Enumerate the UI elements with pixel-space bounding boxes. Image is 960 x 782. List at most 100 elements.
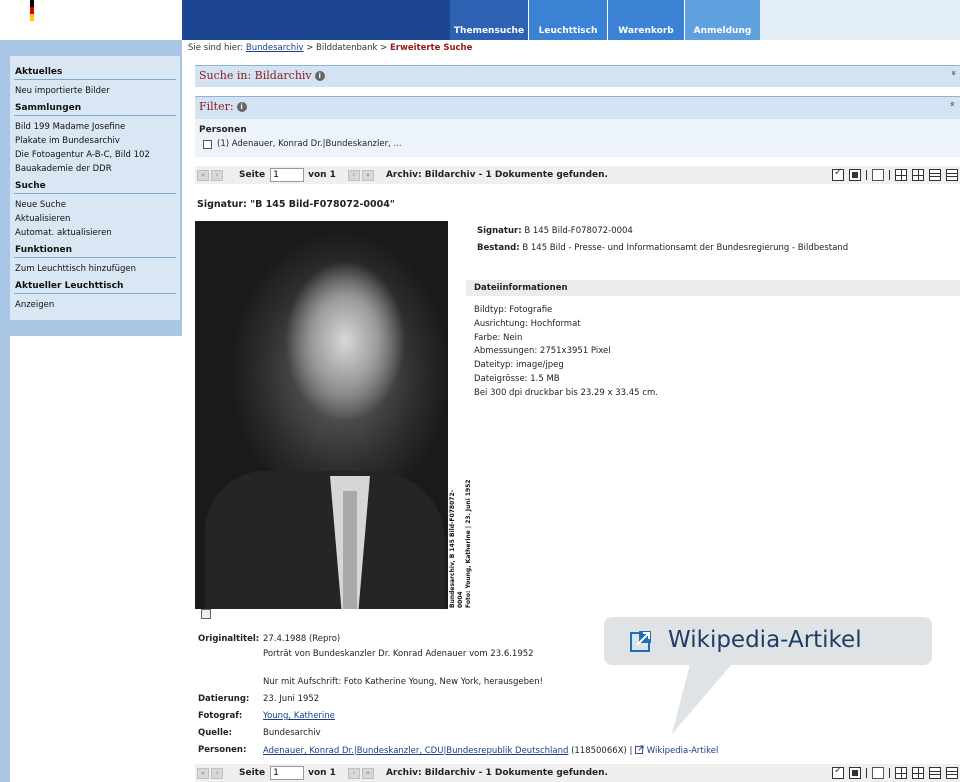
info-icon[interactable]: i (236, 102, 247, 112)
sidebar-item-anzeigen[interactable]: Anzeigen (14, 298, 176, 312)
sidebar-item-neu-importierte-bilder[interactable]: Neu importierte Bilder (14, 84, 176, 98)
pager-last-button[interactable]: » (361, 169, 374, 181)
signatur-value: B 145 Bild-F078072-0004 (524, 226, 633, 236)
external-link-icon[interactable] (635, 745, 644, 754)
sidebar-item-madame-josefine[interactable]: Bild 199 Madame Josefine (14, 120, 176, 134)
fotograf-label: Fotograf: (198, 711, 243, 721)
callout-text: Wikipedia-Artikel (668, 627, 862, 653)
filter-checkbox[interactable] (203, 139, 212, 149)
sidebar-heading-aktuelles: Aktuelles (14, 62, 176, 80)
filter-option-label: (1) Adenauer, Konrad Dr.|Bundeskanzler, … (217, 139, 402, 149)
pager-next-button[interactable]: › (347, 767, 360, 779)
wikipedia-link[interactable]: Wikipedia-Artikel (647, 746, 719, 756)
search-panel-bar[interactable]: Suche in: Bildarchiv i » (195, 65, 960, 87)
sidebar-item-bauakademie[interactable]: Bauakademie der DDR (14, 162, 176, 176)
pager-first-button[interactable]: « (197, 169, 209, 181)
tab-themensuche[interactable]: Themensuche (450, 0, 528, 40)
list-view-icon[interactable] (929, 767, 941, 779)
dateiinfo-line: Abmessungen: 2751x3951 Pixel (474, 346, 611, 356)
breadcrumb-link-bundesarchiv[interactable]: Bundesarchiv (246, 43, 304, 53)
search-panel-title: Suche in: Bildarchiv i (199, 69, 325, 82)
sidebar-item-zum-leuchttisch[interactable]: Zum Leuchttisch hinzufügen (14, 262, 176, 276)
tile-view-icon[interactable] (912, 169, 924, 181)
sidebar-item-aktualisieren[interactable]: Aktualisieren (14, 212, 176, 226)
pager-prev-button[interactable]: ‹ (211, 767, 223, 779)
sidebar-item-fotoagentur[interactable]: Die Fotoagentur A-B-C, Bild 102 (14, 148, 176, 162)
pager-status-text: Archiv: Bildarchiv - 1 Dokumente gefunde… (385, 768, 608, 778)
filter-panel-title-text: Filter: (199, 100, 234, 113)
photo-caption: Bundesarchiv, B 145 Bild-F078072-0004 Fo… (449, 478, 472, 608)
originaltitel-line-3: Nur mit Aufschrift: Foto Katherine Young… (263, 677, 544, 687)
select-all-icon[interactable] (832, 765, 844, 779)
grid-view-icon[interactable] (895, 767, 907, 779)
expand-chevron-icon[interactable]: » (948, 70, 958, 76)
photo-tie (343, 491, 357, 609)
bestand-label: Bestand: (477, 243, 520, 253)
pager-seite-label: Seite (239, 170, 266, 180)
tab-warenkorb[interactable]: Warenkorb (608, 0, 684, 40)
dateiinfo-line: Farbe: Nein (474, 333, 523, 343)
fotograf-link[interactable]: Young, Katherine (263, 711, 335, 721)
datierung-label: Datierung: (198, 694, 250, 704)
external-link-icon (630, 631, 651, 652)
datierung-value: 23. Juni 1952 (263, 694, 320, 704)
info-icon[interactable]: i (314, 71, 325, 81)
bestand-row: Bestand: B 145 Bild - Presse- und Inform… (477, 243, 848, 253)
breadcrumb-bilddatenbank: Bilddatenbank (316, 43, 378, 53)
pager-page-input[interactable] (270, 168, 305, 182)
breadcrumb-separator: > (380, 43, 388, 53)
originaltitel-line-2: Porträt von Bundeskanzler Dr. Konrad Ade… (263, 649, 534, 659)
tab-leuchttisch[interactable]: Leuchttisch (529, 0, 607, 40)
pager-prev-button[interactable]: ‹ (211, 169, 223, 181)
sidebar-heading-sammlungen: Sammlungen (14, 98, 176, 116)
tab-anmeldung[interactable]: Anmeldung (685, 0, 760, 40)
filter-group-label: Personen (199, 125, 247, 135)
toolbar-divider (866, 170, 867, 180)
sidebar-heading-aktueller-leuchttisch: Aktueller Leuchttisch (14, 276, 176, 294)
toolbar-divider (889, 768, 890, 778)
pager-status-text: Archiv: Bildarchiv - 1 Dokumente gefunde… (385, 170, 608, 180)
tile-view-icon[interactable] (912, 767, 924, 779)
sidebar-item-plakate[interactable]: Plakate im Bundesarchiv (14, 134, 176, 148)
deselect-icon[interactable] (849, 767, 861, 779)
sidebar-item-neue-suche[interactable]: Neue Suche (14, 198, 176, 212)
pager-page-input[interactable] (270, 766, 305, 780)
signatur-label: Signatur: (477, 226, 522, 236)
originaltitel-label: Originaltitel: (198, 634, 260, 644)
collapse-chevron-icon[interactable]: » (948, 101, 958, 107)
personen-link[interactable]: Adenauer, Konrad Dr.|Bundeskanzler, CDU|… (263, 746, 568, 756)
signatur-row: Signatur: B 145 Bild-F078072-0004 (477, 226, 633, 236)
filter-panel-title: Filter: i (199, 100, 247, 113)
pager-first-button[interactable]: « (197, 767, 209, 779)
breadcrumb: Sie sind hier: Bundesarchiv > Bilddatenb… (188, 43, 472, 53)
dateiinfo-line: Ausrichtung: Hochformat (474, 319, 581, 329)
document-icon[interactable] (872, 169, 884, 181)
portrait-photo[interactable] (195, 221, 448, 609)
detail-view-icon[interactable] (946, 767, 958, 779)
toolbar-divider (866, 768, 867, 778)
deselect-icon[interactable] (849, 169, 861, 181)
pager-last-button[interactable]: » (361, 767, 374, 779)
list-view-icon[interactable] (929, 169, 941, 181)
logo-flag-stripes (30, 0, 34, 22)
view-toolbar (827, 167, 958, 181)
fotograf-value: Young, Katherine (263, 711, 335, 721)
quelle-label: Quelle: (198, 728, 233, 738)
detail-view-icon[interactable] (946, 169, 958, 181)
quelle-value: Bundesarchiv (263, 728, 321, 738)
photo-enlarge-icon[interactable] (201, 609, 211, 619)
grid-view-icon[interactable] (895, 169, 907, 181)
breadcrumb-prefix: Sie sind hier: (188, 43, 244, 53)
breadcrumb-current: Erweiterte Suche (389, 43, 473, 53)
filter-option-adenauer[interactable]: (1) Adenauer, Konrad Dr.|Bundeskanzler, … (203, 139, 402, 149)
pager-top: « ‹ Seite von 1 › » Archiv: Bildarchiv -… (195, 166, 960, 184)
header-blue-band (182, 0, 450, 40)
document-icon[interactable] (872, 767, 884, 779)
filter-panel-bar[interactable]: Filter: i » (195, 96, 960, 119)
sidebar-item-automat-aktualisieren[interactable]: Automat. aktualisieren (14, 226, 176, 240)
dateiinfo-line: Dateityp: image/jpeg (474, 360, 564, 370)
sidebar: Aktuelles Neu importierte Bilder Sammlun… (10, 56, 180, 320)
dateiinfo-heading: Dateiinformationen (466, 280, 960, 296)
select-all-icon[interactable] (832, 167, 844, 181)
pager-next-button[interactable]: › (347, 169, 360, 181)
